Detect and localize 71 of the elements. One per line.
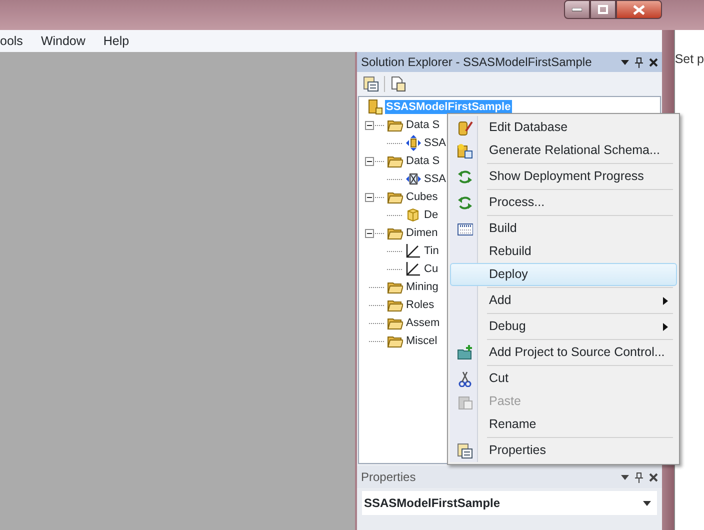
tree-item[interactable]: Data S: [405, 154, 441, 168]
minimize-icon: [572, 8, 582, 12]
pin-icon[interactable]: [634, 56, 643, 68]
collapse-toggle[interactable]: [365, 192, 374, 202]
dimension-icon: [405, 243, 421, 259]
dimension-icon: [405, 261, 421, 277]
dropdown-icon[interactable]: [620, 474, 629, 480]
build-icon: [457, 220, 473, 236]
menu-item[interactable]: Properties: [450, 439, 677, 462]
close-icon[interactable]: [648, 58, 658, 66]
maximize-button[interactable]: [590, 0, 616, 19]
project-icon: [367, 99, 383, 115]
data-source-view-icon: [405, 171, 421, 187]
maximize-icon: [598, 5, 608, 14]
object-selector[interactable]: SSASModelFirstSample: [362, 491, 657, 515]
data-source-icon: [405, 135, 421, 151]
close-icon: [633, 4, 645, 14]
tree-item[interactable]: SSA: [423, 172, 448, 186]
database-edit-icon: [457, 120, 473, 136]
tree-item[interactable]: Cu: [423, 262, 440, 276]
tree-item[interactable]: Data S: [405, 118, 441, 132]
menu-item[interactable]: Add: [450, 289, 677, 312]
connector-line: [374, 232, 384, 234]
tree-item[interactable]: Cubes: [405, 190, 439, 204]
minimize-button[interactable]: [564, 0, 590, 19]
refresh-icon: [457, 168, 473, 184]
menu-item[interactable]: Rebuild: [450, 240, 677, 263]
tree-item[interactable]: SSA: [423, 136, 448, 150]
menu-item[interactable]: Cut: [450, 367, 677, 390]
tree-item[interactable]: De: [423, 208, 440, 222]
close-icon[interactable]: [648, 472, 658, 482]
menu-item[interactable]: Deploy: [450, 263, 677, 286]
menu-item[interactable]: Show Deployment Progress: [450, 165, 677, 188]
menu-item[interactable]: Window: [40, 32, 86, 50]
window-text: Set p: [674, 52, 704, 66]
pin-icon[interactable]: [634, 472, 643, 482]
refresh-icon: [457, 194, 473, 210]
dropdown-icon[interactable]: [620, 60, 629, 64]
tree-item[interactable]: Tin: [423, 244, 440, 258]
connector-line: [374, 196, 384, 198]
menu-item[interactable]: Add Project to Source Control...: [450, 341, 677, 364]
menu-item[interactable]: Edit Database: [450, 116, 677, 139]
panel-title: Properties: [361, 469, 416, 486]
cut-icon: [457, 370, 473, 386]
panel-title: Solution Explorer - SSASModelFirstSample: [361, 54, 592, 71]
collapse-toggle[interactable]: [365, 120, 374, 130]
document-icon[interactable]: [390, 76, 406, 92]
tree-item[interactable]: Miscel: [405, 334, 438, 348]
menu-item[interactable]: Build: [450, 217, 677, 240]
menu-item[interactable]: Process...: [450, 191, 677, 214]
tree-item[interactable]: Roles: [405, 298, 436, 312]
close-button[interactable]: [616, 0, 662, 19]
menu-item[interactable]: ools: [0, 32, 23, 50]
menu-item[interactable]: Help: [103, 32, 130, 50]
menu-item[interactable]: Debug: [450, 315, 677, 338]
connector-line: [374, 160, 384, 162]
folder-add-icon: [457, 344, 473, 360]
menu-item[interactable]: Rename: [450, 413, 677, 436]
properties-icon: [457, 442, 473, 458]
connector-line: [374, 124, 384, 126]
tree-item[interactable]: Assem: [405, 316, 441, 330]
collapse-toggle[interactable]: [365, 228, 374, 238]
cube-icon: [405, 207, 421, 223]
properties-icon[interactable]: [363, 76, 379, 92]
dropdown-icon[interactable]: [642, 500, 651, 506]
tree-item[interactable]: Mining: [405, 280, 440, 294]
menu-item[interactable]: Generate Relational Schema...: [450, 139, 677, 162]
schema-icon: [457, 142, 473, 158]
collapse-toggle[interactable]: [365, 156, 374, 166]
tree-item[interactable]: Dimen: [405, 226, 439, 240]
paste-icon: [457, 394, 473, 410]
